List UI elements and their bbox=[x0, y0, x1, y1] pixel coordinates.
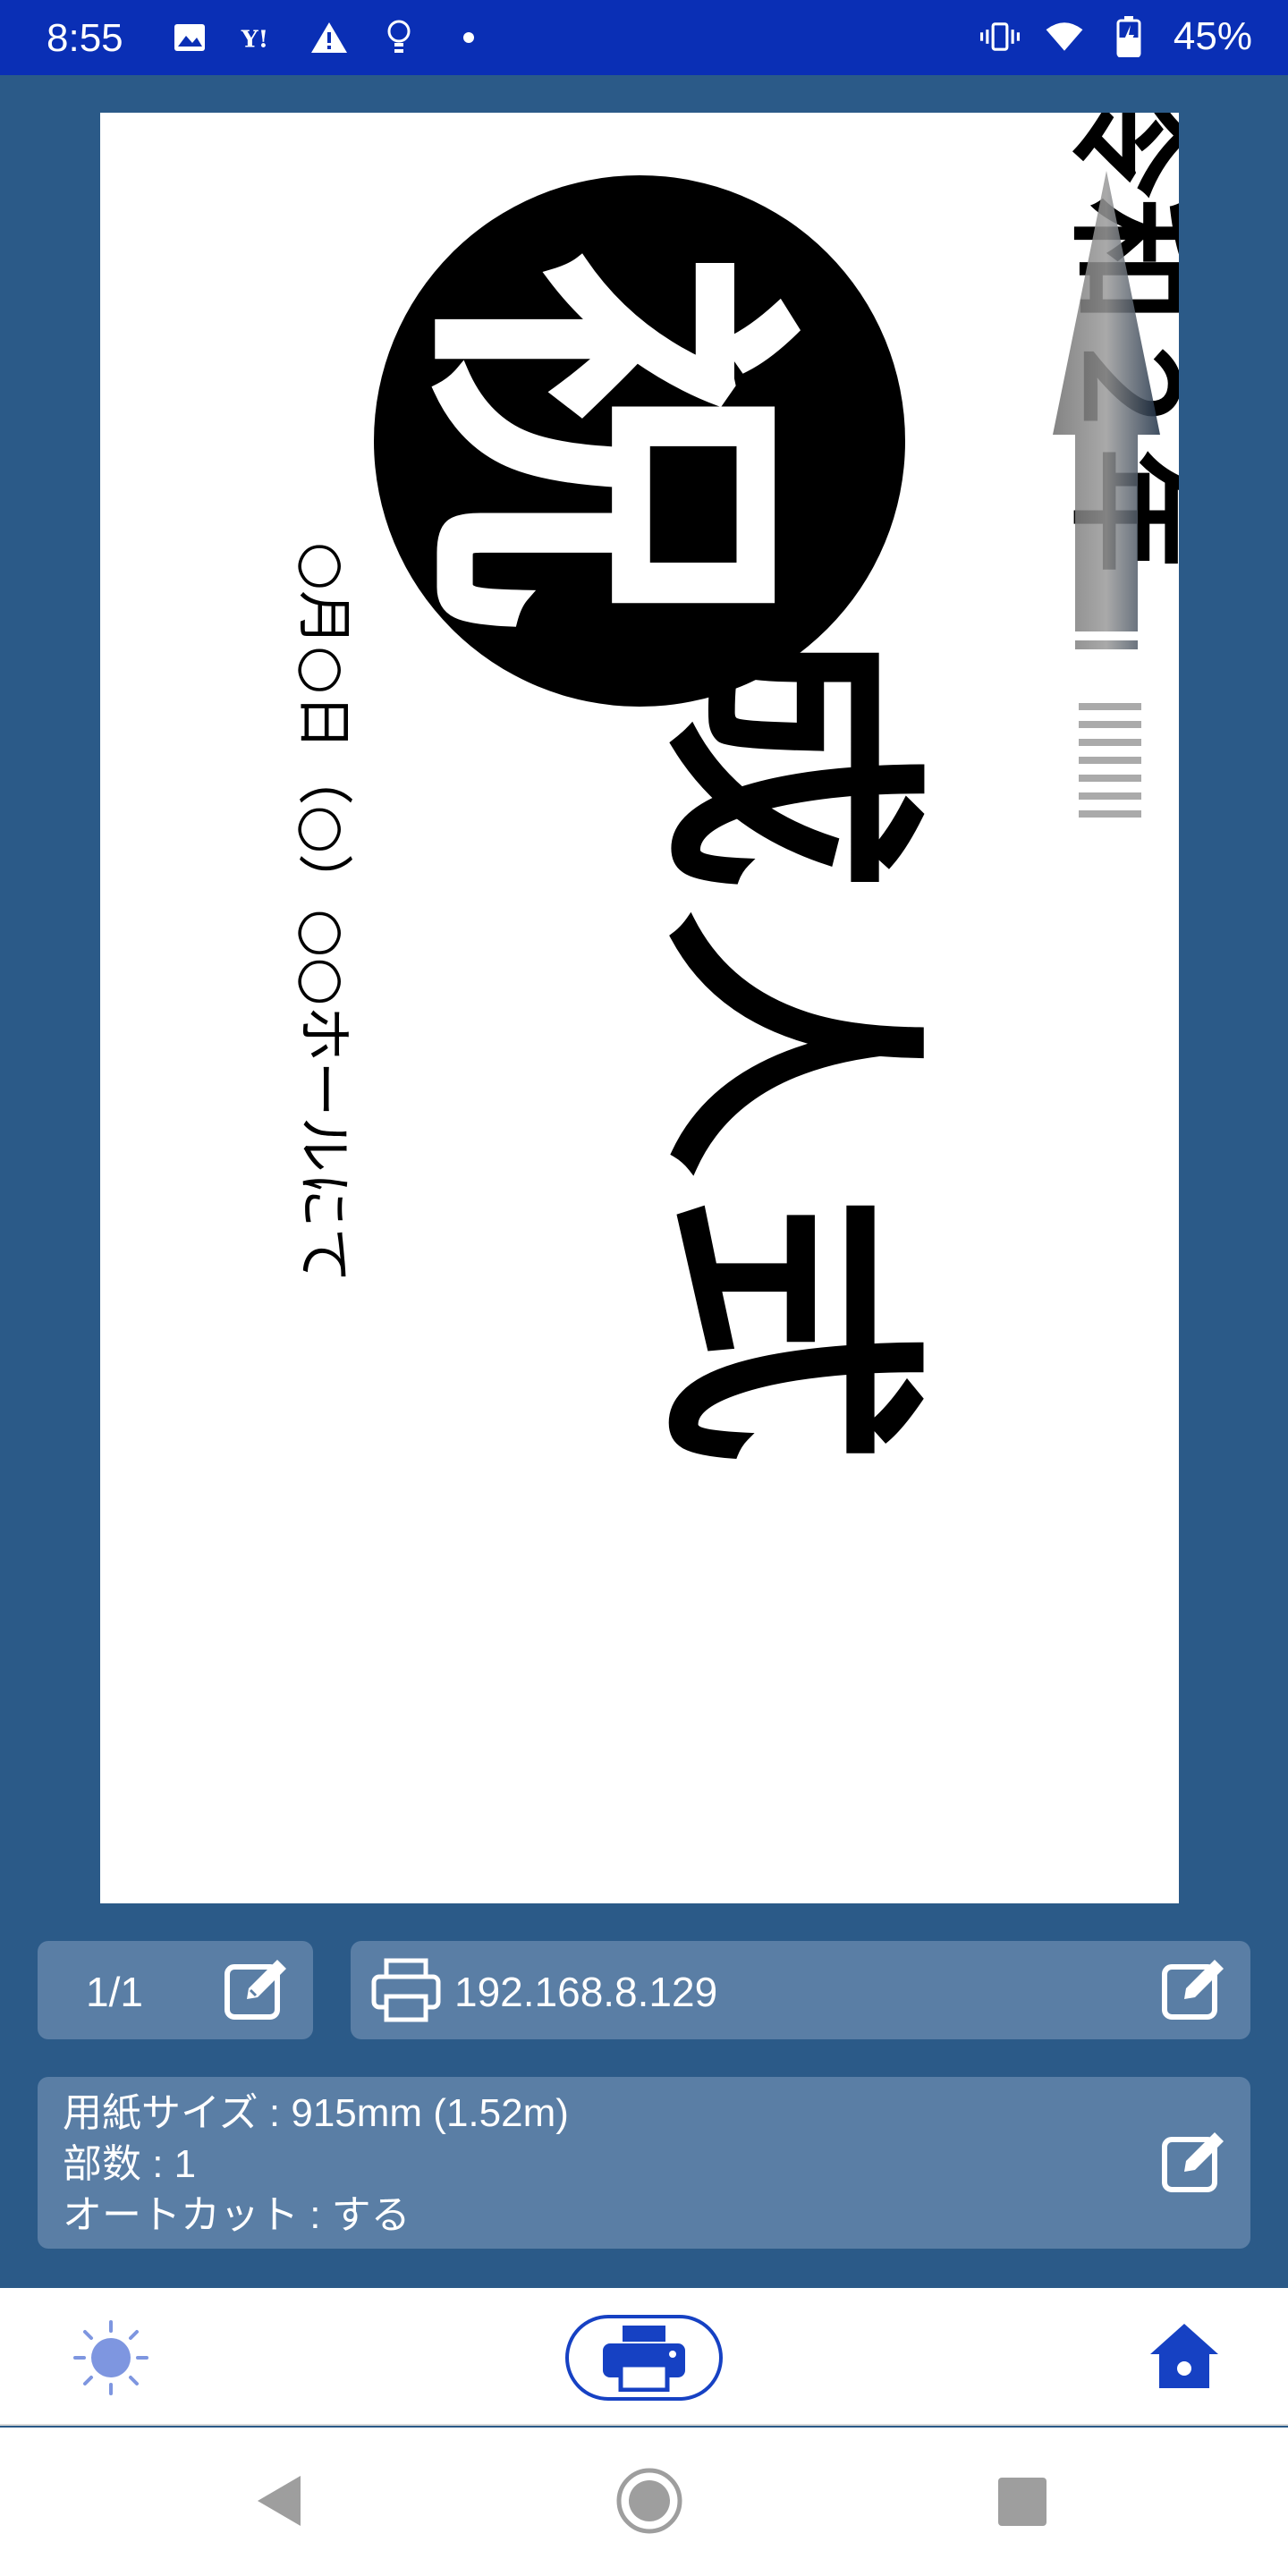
feed-direction-arrow-icon bbox=[1053, 171, 1160, 818]
brightness-icon[interactable] bbox=[73, 2320, 148, 2395]
battery-icon bbox=[1109, 16, 1148, 57]
auto-cut-text: オートカット : する bbox=[63, 2193, 411, 2237]
edit-icon[interactable] bbox=[1159, 2127, 1231, 2199]
wifi-icon bbox=[1045, 17, 1084, 56]
edit-icon[interactable] bbox=[1159, 1954, 1231, 2026]
title-text: 成人式 bbox=[631, 623, 947, 1481]
back-icon[interactable] bbox=[252, 2472, 306, 2529]
bottom-app-bar bbox=[0, 2288, 1288, 2426]
battery-percent: 45% bbox=[1173, 14, 1252, 58]
settings-lines: 用紙サイズ : 915mm (1.52m) 部数 : 1 オートカット : する bbox=[63, 2088, 569, 2241]
lightbulb-icon bbox=[379, 18, 419, 57]
print-settings-box[interactable]: 用紙サイズ : 915mm (1.52m) 部数 : 1 オートカット : する bbox=[38, 2077, 1250, 2249]
warning-icon bbox=[309, 18, 349, 57]
print-button[interactable] bbox=[565, 2315, 723, 2401]
status-bar: 8:55 Y! 45% bbox=[0, 0, 1288, 75]
printer-icon bbox=[371, 1958, 441, 2022]
printer-ip: 192.168.8.129 bbox=[454, 1969, 718, 2015]
page-counter-box[interactable]: 1/1 bbox=[38, 1941, 313, 2039]
printer-icon bbox=[603, 2326, 685, 2392]
recent-apps-icon[interactable] bbox=[998, 2478, 1046, 2526]
system-nav-bar bbox=[0, 2428, 1288, 2576]
status-time: 8:55 bbox=[47, 16, 123, 60]
yahoo-icon: Y! bbox=[240, 18, 279, 57]
copies-text: 部数 : 1 bbox=[63, 2142, 197, 2186]
page-counter: 1/1 bbox=[86, 1969, 143, 2015]
home-icon[interactable] bbox=[1147, 2318, 1222, 2394]
edit-icon[interactable] bbox=[222, 1954, 293, 2026]
dot-icon bbox=[449, 18, 488, 57]
notification-icons: Y! bbox=[170, 18, 488, 57]
vibrate-icon bbox=[979, 17, 1020, 56]
image-icon bbox=[170, 18, 209, 57]
system-icons: 45% bbox=[979, 14, 1252, 59]
printer-selector[interactable]: 192.168.8.129 bbox=[351, 1941, 1250, 2039]
svg-text:Y!: Y! bbox=[241, 26, 268, 54]
home-nav-icon[interactable] bbox=[615, 2467, 683, 2535]
paper-size-text: 用紙サイズ : 915mm (1.52m) bbox=[63, 2091, 569, 2135]
print-preview: 祝 令和２年 成人式 ○月○日（○）○○ホールにて bbox=[100, 113, 1179, 1903]
date-location-text: ○月○日（○）○○ホールにて bbox=[292, 542, 357, 1284]
